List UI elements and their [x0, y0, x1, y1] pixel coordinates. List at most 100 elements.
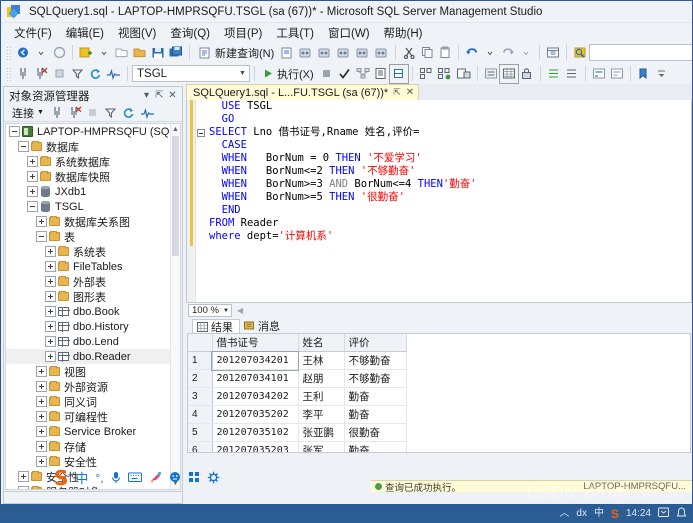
- undo-dropdown-icon[interactable]: [481, 44, 499, 62]
- tray-notification-icon[interactable]: [658, 507, 669, 521]
- include-actual-plan-icon[interactable]: [388, 63, 409, 84]
- decrease-indent-icon[interactable]: [563, 65, 581, 83]
- new-project-dropdown-icon[interactable]: [95, 44, 113, 62]
- settings-gear-icon[interactable]: [207, 471, 220, 486]
- panel-menu-icon[interactable]: ▾: [140, 90, 153, 101]
- new-dmx-query-icon[interactable]: [334, 44, 353, 62]
- table-row[interactable]: 4 201207035202 李平 勤奋: [188, 405, 407, 424]
- tray-dx-icon[interactable]: dx: [576, 509, 587, 519]
- tray-expand-icon[interactable]: ︿: [559, 509, 569, 519]
- menu-window[interactable]: 窗口(W): [321, 24, 377, 42]
- copy-icon[interactable]: [418, 44, 436, 62]
- apps-grid-icon[interactable]: [188, 471, 200, 485]
- table-cell[interactable]: 很勤奋: [344, 423, 407, 442]
- connect-dropdown-button[interactable]: 连接 ▼: [8, 104, 48, 122]
- increase-indent-icon[interactable]: [545, 65, 563, 83]
- tray-sogou-icon[interactable]: S: [611, 508, 619, 520]
- collapse-select-icon[interactable]: [196, 126, 205, 139]
- sogou-logo-icon[interactable]: S: [54, 468, 68, 488]
- expand-plus-icon[interactable]: [36, 366, 47, 377]
- results-table[interactable]: 借书证号 姓名 评价 1 201207034201 王林 不够勤奋 2 201207034101…: [188, 334, 407, 452]
- table-cell[interactable]: 张亚鹏: [298, 423, 345, 442]
- tree-node[interactable]: 系统数据库: [6, 154, 170, 169]
- expand-plus-icon[interactable]: [45, 351, 56, 362]
- parse-button[interactable]: [336, 65, 354, 83]
- tree-node[interactable]: Service Broker: [6, 424, 170, 439]
- table-cell[interactable]: 王林: [298, 351, 345, 370]
- collapse-minus-icon[interactable]: [36, 231, 47, 242]
- zoom-combo[interactable]: 100 % ▼: [188, 304, 232, 317]
- close-icon[interactable]: ✕: [166, 90, 179, 101]
- change-connection-icon[interactable]: [50, 65, 68, 83]
- object-explorer-tree[interactable]: LAPTOP-HMPRSQFU (SQL Server 数据库系统数据库数据库快…: [5, 123, 181, 490]
- tree-node[interactable]: 图形表: [6, 289, 170, 304]
- code-area[interactable]: USE TSGL GO SELECT Lno 借书证号,Rname 姓名,评价=…: [196, 100, 691, 302]
- toolbar-overflow-icon[interactable]: [653, 65, 671, 83]
- row-number-cell[interactable]: 4: [188, 405, 213, 424]
- tree-node[interactable]: dbo.Book: [6, 304, 170, 319]
- table-cell[interactable]: 201207034101: [212, 369, 299, 388]
- toolbox-icon[interactable]: [544, 44, 562, 62]
- expand-plus-icon[interactable]: [36, 411, 47, 422]
- tree-node[interactable]: 同义词: [6, 394, 170, 409]
- tree-node[interactable]: 表: [6, 229, 170, 244]
- results-grid[interactable]: 借书证号 姓名 评价 1 201207034201 王林 不够勤奋 2 201207034101…: [187, 333, 691, 453]
- open-file-icon[interactable]: [113, 44, 131, 62]
- tray-action-center-icon[interactable]: [676, 506, 687, 522]
- activity-monitor-oe-icon[interactable]: [138, 104, 157, 122]
- paste-icon[interactable]: [436, 44, 454, 62]
- tree-node[interactable]: JXdb1: [6, 184, 170, 199]
- tree-node[interactable]: dbo.History: [6, 319, 170, 334]
- query-options-icon[interactable]: [372, 65, 390, 83]
- table-cell[interactable]: 不够勤奋: [344, 369, 407, 388]
- table-cell[interactable]: 张军: [298, 441, 345, 452]
- toolbar-grip[interactable]: [5, 45, 12, 60]
- table-cell[interactable]: 201207035202: [212, 405, 299, 424]
- tree-node[interactable]: 数据库关系图: [6, 214, 170, 229]
- tree-node[interactable]: 数据库: [6, 139, 170, 154]
- new-mdx-query-icon[interactable]: [315, 44, 334, 62]
- new-query-with-current-connection-icon[interactable]: [278, 44, 296, 62]
- results-to-grid-icon[interactable]: [435, 65, 454, 83]
- row-number-cell[interactable]: 2: [188, 369, 213, 388]
- comment-out-icon[interactable]: [590, 65, 608, 83]
- column-header[interactable]: 评价: [344, 334, 407, 352]
- table-cell[interactable]: 201207034201: [211, 350, 299, 371]
- row-number-cell[interactable]: 1: [188, 351, 213, 370]
- search-scope-icon[interactable]: [571, 44, 589, 62]
- open-folder-icon[interactable]: [131, 44, 149, 62]
- expand-plus-icon[interactable]: [45, 261, 56, 272]
- cut-icon[interactable]: [400, 44, 418, 62]
- menu-query[interactable]: 查询(Q): [163, 24, 217, 42]
- pin-icon[interactable]: ⇱: [153, 90, 166, 101]
- tree-node[interactable]: 视图: [6, 364, 170, 379]
- menu-project[interactable]: 项目(P): [217, 24, 269, 42]
- ime-mode-label[interactable]: 中: [75, 472, 88, 485]
- table-cell[interactable]: 王利: [298, 387, 345, 406]
- tab-results[interactable]: 结果: [192, 319, 240, 334]
- sql-editor[interactable]: USE TSGL GO SELECT Lno 借书证号,Rname 姓名,评价=…: [186, 100, 692, 303]
- chevron-down-icon[interactable]: ▼: [236, 70, 249, 77]
- tree-node[interactable]: 外部资源: [6, 379, 170, 394]
- tree-node[interactable]: 数据库快照: [6, 169, 170, 184]
- activity-monitor-icon[interactable]: [104, 65, 123, 83]
- table-cell[interactable]: 勤奋: [344, 405, 407, 424]
- execute-button[interactable]: 执行(X): [259, 65, 318, 83]
- expand-plus-icon[interactable]: [27, 156, 38, 167]
- comment-lines-icon[interactable]: [482, 65, 500, 83]
- expand-plus-icon[interactable]: [36, 381, 47, 392]
- expand-plus-icon[interactable]: [45, 276, 56, 287]
- redo-dropdown-icon[interactable]: [517, 44, 535, 62]
- expand-plus-icon[interactable]: [45, 306, 56, 317]
- new-query-button[interactable]: 新建查询(N): [194, 44, 278, 62]
- menu-tools[interactable]: 工具(T): [269, 24, 321, 42]
- collapse-minus-icon[interactable]: [27, 201, 38, 212]
- collapse-minus-icon[interactable]: [18, 141, 29, 152]
- mic-icon[interactable]: [111, 471, 121, 486]
- row-number-cell[interactable]: 6: [188, 441, 213, 452]
- results-to-file-icon[interactable]: [454, 65, 473, 83]
- collapse-minus-icon[interactable]: [9, 126, 20, 137]
- table-row[interactable]: 5 201207035102 张亚鹏 很勤奋: [188, 423, 407, 442]
- new-analysis-query-icon[interactable]: [296, 44, 315, 62]
- menu-help[interactable]: 帮助(H): [377, 24, 430, 42]
